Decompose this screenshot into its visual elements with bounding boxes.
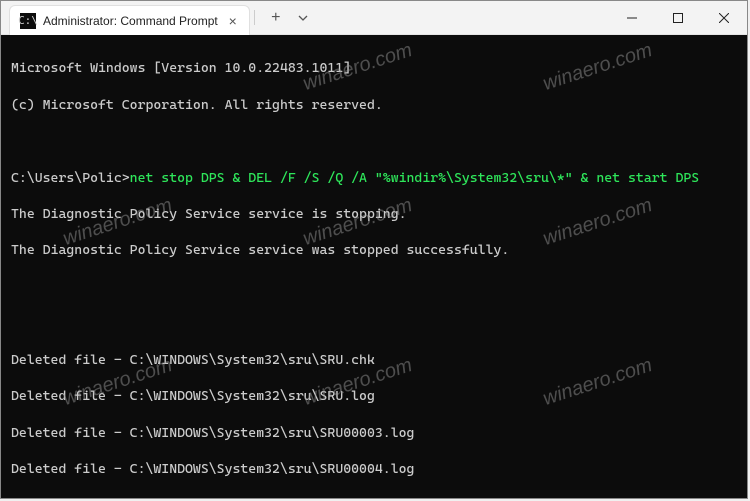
titlebar: C:\ Administrator: Command Prompt × + [1, 1, 747, 35]
terminal-line [11, 314, 739, 332]
maximize-icon [673, 13, 683, 23]
new-tab-button[interactable]: + [261, 1, 291, 34]
app-window: C:\ Administrator: Command Prompt × + Mi… [0, 0, 748, 499]
minimize-button[interactable] [609, 1, 655, 34]
tab-close-button[interactable]: × [225, 13, 241, 29]
window-controls [609, 1, 747, 34]
terminal-line [11, 132, 739, 150]
terminal-line: Deleted file - C:\WINDOWS\System32\sru\S… [11, 351, 739, 369]
terminal-line: Deleted file - C:\WINDOWS\System32\sru\S… [11, 387, 739, 405]
terminal-line: (c) Microsoft Corporation. All rights re… [11, 96, 739, 114]
terminal-line: The Diagnostic Policy Service service wa… [11, 241, 739, 259]
minimize-icon [627, 13, 637, 23]
chevron-down-icon [298, 13, 308, 23]
terminal-line: Deleted file - C:\WINDOWS\System32\sru\S… [11, 460, 739, 478]
tab-title: Administrator: Command Prompt [43, 14, 218, 28]
entered-command: net stop DPS & DEL /F /S /Q /A "%windir%… [130, 170, 700, 186]
titlebar-drag-area[interactable] [315, 1, 609, 34]
cmd-icon: C:\ [20, 13, 36, 29]
maximize-button[interactable] [655, 1, 701, 34]
tab-divider [254, 10, 255, 25]
tab-dropdown-button[interactable] [291, 1, 315, 34]
terminal-prompt-line: C:\Users\Polic>net stop DPS & DEL /F /S … [11, 169, 739, 187]
terminal-body[interactable]: Microsoft Windows [Version 10.0.22483.10… [1, 35, 747, 498]
prompt-path: C:\Users\Polic> [11, 170, 130, 186]
terminal-line [11, 278, 739, 296]
close-window-button[interactable] [701, 1, 747, 34]
tab-cmd[interactable]: C:\ Administrator: Command Prompt × [9, 5, 250, 35]
close-icon [719, 13, 729, 23]
terminal-line: Microsoft Windows [Version 10.0.22483.10… [11, 59, 739, 77]
terminal-line: The Diagnostic Policy Service service is… [11, 205, 739, 223]
terminal-line: Deleted file - C:\WINDOWS\System32\sru\S… [11, 424, 739, 442]
terminal-line: Deleted file - C:\WINDOWS\System32\sru\S… [11, 496, 739, 498]
